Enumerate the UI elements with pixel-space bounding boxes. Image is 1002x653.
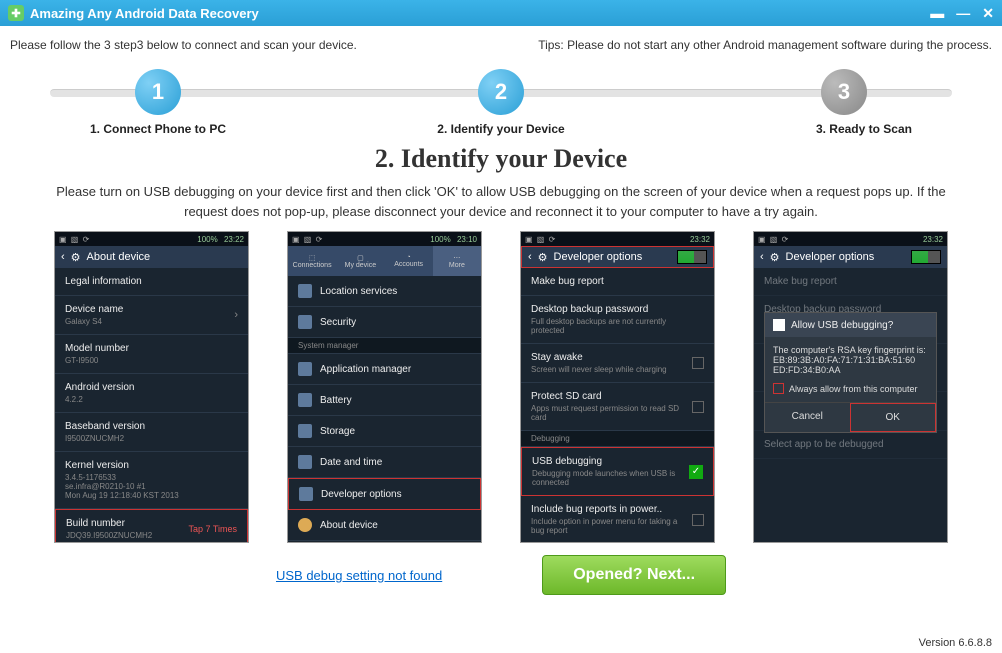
next-button[interactable]: Opened? Next... [542, 555, 726, 595]
phone-screenshot-1: ▣ ▧ ⟳100% 23:22 ‹⚙About device Legal inf… [54, 231, 249, 543]
toggle-on-icon [677, 250, 707, 264]
app-icon: ✚ [8, 5, 24, 21]
step-1-circle: 1 [135, 69, 181, 115]
usb-icon [773, 319, 785, 331]
usb-debug-link[interactable]: USB debug setting not found [276, 568, 442, 583]
clock-icon [298, 455, 312, 469]
dialog-ok: OK [850, 403, 937, 432]
checkbox-icon [773, 383, 784, 394]
usb-dialog: Allow USB debugging? The computer's RSA … [764, 312, 937, 433]
version-label: Version 6.6.8.8 [919, 637, 992, 649]
back-icon: ‹ [528, 251, 532, 263]
apps-icon [298, 362, 312, 376]
titlebar: ✚ Amazing Any Android Data Recovery ▬ — … [0, 0, 1002, 26]
step-1-label: 1. Connect Phone to PC [40, 122, 364, 136]
info-icon [298, 518, 312, 532]
footer-row: USB debug setting not found Opened? Next… [0, 555, 1002, 595]
check-icon: ✓ [689, 465, 703, 479]
wizard-steps: 1 2 3 [30, 67, 972, 117]
lock-icon [298, 315, 312, 329]
step-2-label: 2. Identify your Device [364, 122, 638, 136]
phone-screenshot-3: ▣ ▧ ⟳23:32 ‹⚙Developer options Make bug … [520, 231, 715, 543]
minimize-button[interactable]: — [956, 5, 970, 21]
screenshots-row: ▣ ▧ ⟳100% 23:22 ‹⚙About device Legal inf… [0, 231, 1002, 543]
gear-icon: ⚙ [71, 251, 81, 264]
phone-screenshot-4: ▣ ▧ ⟳23:32 ‹⚙Developer options Make bug … [753, 231, 948, 543]
close-button[interactable]: ✕ [982, 5, 994, 22]
main-heading: 2. Identify your Device [0, 144, 1002, 174]
battery-icon [298, 393, 312, 407]
step-2-circle: 2 [478, 69, 524, 115]
gear-icon: ⚙ [538, 251, 548, 264]
instruction-text: Please follow the 3 step3 below to conne… [10, 38, 357, 52]
instruction-row: Please follow the 3 step3 below to conne… [0, 26, 1002, 57]
step-3-circle: 3 [821, 69, 867, 115]
app-title: Amazing Any Android Data Recovery [30, 6, 930, 21]
menu-icon[interactable]: ▬ [930, 5, 944, 21]
tips-text: Tips: Please do not start any other Andr… [538, 38, 992, 52]
dialog-cancel: Cancel [765, 403, 850, 432]
developer-icon [299, 487, 313, 501]
chevron-right-icon: › [234, 309, 238, 321]
back-icon: ‹ [61, 251, 65, 263]
location-icon [298, 284, 312, 298]
step-3-label: 3. Ready to Scan [638, 122, 962, 136]
wizard-labels: 1. Connect Phone to PC 2. Identify your … [40, 122, 962, 136]
storage-icon [298, 424, 312, 438]
phone-screenshot-2: ▣ ▧ ⟳100% 23:10 ⬚Connections ▢My device … [287, 231, 482, 543]
main-description: Please turn on USB debugging on your dev… [0, 182, 1002, 221]
